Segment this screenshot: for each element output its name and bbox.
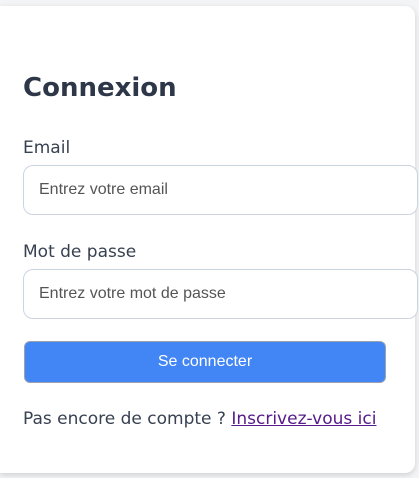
signup-prompt: Pas encore de compte ? Inscrivez-vous ic… xyxy=(23,408,376,430)
login-button[interactable]: Se connecter xyxy=(24,341,386,383)
password-label: Mot de passe xyxy=(23,242,137,262)
password-field[interactable] xyxy=(23,269,418,319)
page-title: Connexion xyxy=(23,73,177,103)
email-field[interactable] xyxy=(23,165,418,215)
signup-link[interactable]: Inscrivez-vous ici xyxy=(231,409,376,429)
login-card: Connexion Email Mot de passe Se connecte… xyxy=(0,6,418,473)
email-label: Email xyxy=(23,138,71,158)
signup-prompt-text: Pas encore de compte ? xyxy=(23,409,232,429)
